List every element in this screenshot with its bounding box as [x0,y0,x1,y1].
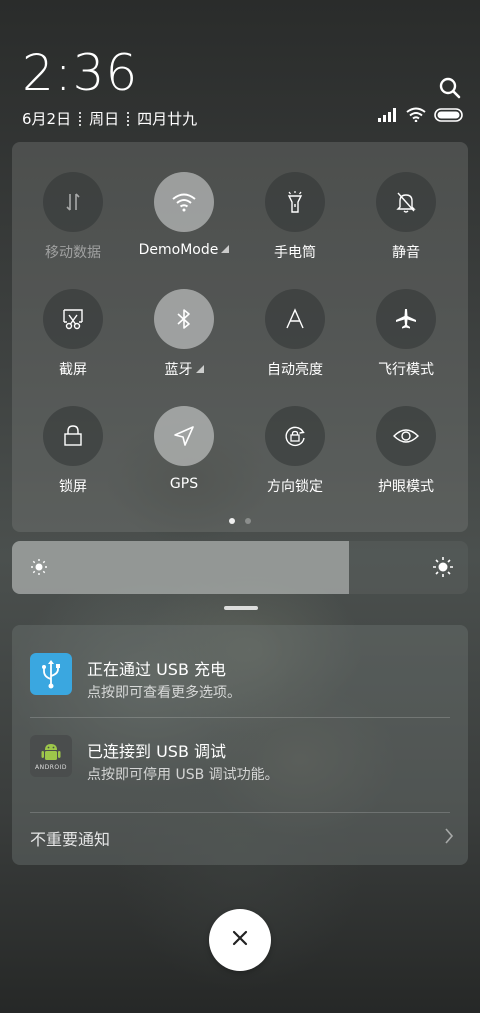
unimportant-notifications-row[interactable]: 不重要通知 [30,823,454,853]
brightness-high-icon [432,556,454,582]
toggle-label: 截屏 [59,362,87,378]
drag-handle[interactable] [224,606,258,610]
toggle-flashlight[interactable]: 手电筒 [245,172,345,262]
android-icon: ANDROID [30,735,72,777]
page-indicator [0,518,480,524]
toggle-gps[interactable]: GPS [134,406,234,492]
screenshot-icon [43,289,103,349]
toggle-label: 蓝牙 [164,362,193,378]
notification-subtitle: 点按即可查看更多选项。 [87,685,241,701]
toggle-label: 护眼模式 [378,479,434,495]
clear-all-button[interactable] [209,909,271,971]
airplane-icon [376,289,436,349]
rotation-lock-icon [265,406,325,466]
toggle-label: 静音 [392,245,420,261]
date-row: 6月2日 周日 四月廿九 [22,108,197,129]
toggle-label: 移动数据 [45,245,101,261]
notification-usb-charging[interactable]: 正在通过 USB 充电 点按即可查看更多选项。 [12,635,468,717]
more-options-indicator [195,365,204,373]
toggle-eye-care[interactable]: 护眼模式 [356,406,456,496]
toggle-mobile-data[interactable]: 移动数据 [23,172,123,262]
quick-settings-panel: 移动数据 DemoMode 手电筒 静音 截屏 蓝牙 自动亮度 飞行模式 锁屏 … [12,142,468,532]
notification-subtitle: 点按即可停用 USB 调试功能。 [87,767,279,783]
toggle-airplane[interactable]: 飞行模式 [356,289,456,379]
date-separator [127,111,130,126]
toggle-wifi[interactable]: DemoMode [134,172,234,258]
status-icons [378,107,464,126]
date-text: 6月2日 [22,110,72,128]
notification-usb-debugging[interactable]: ANDROID 已连接到 USB 调试 点按即可停用 USB 调试功能。 [12,717,468,799]
lunar-date-text: 四月廿九 [137,110,198,128]
auto-brightness-icon [265,289,325,349]
clock-time: 2:36 [22,44,139,102]
notification-title: 正在通过 USB 充电 [87,660,227,679]
toggle-label: 手电筒 [274,245,316,261]
chevron-right-icon [444,827,454,849]
wifi-icon [154,172,214,232]
bluetooth-icon [154,289,214,349]
notification-panel: 正在通过 USB 充电 点按即可查看更多选项。 ANDROID 已连接到 USB… [12,625,468,865]
brightness-slider[interactable] [12,541,468,594]
gps-icon [154,406,214,466]
lock-icon [43,406,103,466]
unimportant-notifications-label: 不重要通知 [30,830,111,849]
weekday-text: 周日 [89,110,120,128]
toggle-mute[interactable]: 静音 [356,172,456,262]
brightness-fill [12,541,350,594]
mobile-data-icon [43,172,103,232]
flashlight-icon [265,172,325,232]
toggle-label: DemoMode [138,242,219,258]
wifi-status-icon [406,107,426,126]
android-icon-text: ANDROID [35,764,67,771]
toggle-lock-screen[interactable]: 锁屏 [23,406,123,496]
close-icon [231,929,249,951]
search-icon[interactable] [438,76,462,100]
toggle-auto-brightness[interactable]: 自动亮度 [245,289,345,379]
usb-icon [30,653,72,695]
toggle-label: 锁屏 [59,479,87,495]
divider [30,812,450,813]
signal-icon [378,107,398,126]
mute-icon [376,172,436,232]
notification-title: 已连接到 USB 调试 [87,742,227,761]
toggle-rotation-lock[interactable]: 方向锁定 [245,406,345,496]
page-dot [245,518,251,524]
toggle-label: 飞行模式 [378,362,434,378]
page-dot-active [229,518,235,524]
toggle-bluetooth[interactable]: 蓝牙 [134,289,234,379]
eye-icon [376,406,436,466]
brightness-low-icon [30,558,48,580]
toggle-label: 方向锁定 [267,479,323,495]
toggle-label: 自动亮度 [267,362,323,378]
toggle-label: GPS [169,476,199,492]
battery-icon [434,107,464,126]
date-separator [79,111,82,126]
toggle-screenshot[interactable]: 截屏 [23,289,123,379]
more-options-indicator [221,245,230,253]
